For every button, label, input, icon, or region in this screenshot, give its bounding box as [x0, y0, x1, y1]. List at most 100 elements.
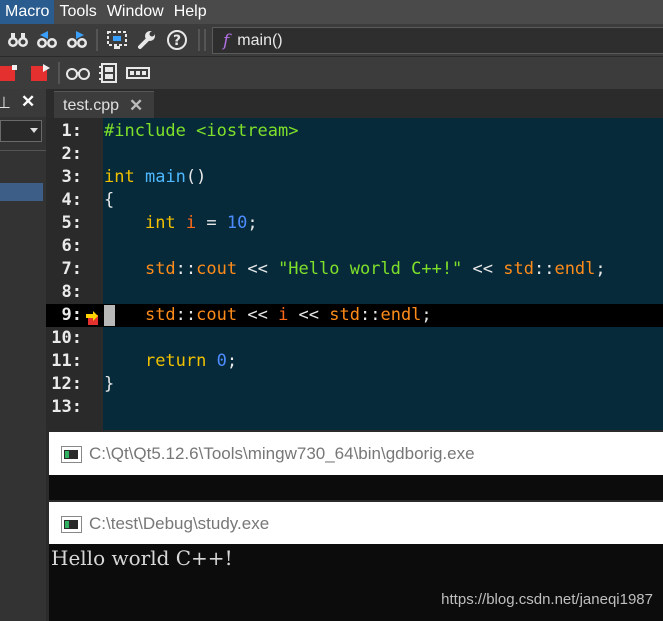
code-token: { — [104, 190, 115, 210]
code-line[interactable]: 11: return 0; — [46, 350, 663, 373]
code-token: << — [462, 259, 504, 279]
code-line[interactable]: 1: #include <iostream> — [46, 120, 663, 143]
toolbar-separator — [204, 29, 206, 51]
code-line[interactable]: 10: — [46, 327, 663, 350]
window-title: C:\test\Debug\study.exe — [89, 514, 270, 533]
binoculars-next-icon[interactable] — [65, 28, 89, 52]
code-lines: 1: #include <iostream> 2: 3: int main() 4: {5:… — [46, 120, 663, 419]
chevron-down-icon — [30, 128, 38, 133]
code-token: #include <iostream> — [104, 121, 299, 141]
console-body-gdb — [49, 475, 663, 500]
film-icon[interactable] — [97, 61, 121, 85]
code-line[interactable]: 4: { — [46, 189, 663, 212]
tab-close-icon[interactable]: ✕ — [129, 96, 143, 116]
line-number: 8: — [61, 282, 82, 302]
code-token: } — [104, 374, 115, 394]
tab-test-cpp[interactable]: test.cpp ✕ — [54, 91, 154, 119]
help-icon[interactable]: ? — [165, 28, 189, 52]
code-line[interactable]: 12:} — [46, 373, 663, 396]
code-text: std::cout << "Hello world C++!" << std::… — [104, 258, 606, 281]
code-token: std — [144, 305, 176, 325]
glasses-icon[interactable] — [66, 61, 90, 85]
divider — [0, 150, 46, 151]
code-token: 10 — [226, 213, 248, 233]
menu-bar: Macro Tools Window Help — [0, 0, 663, 24]
code-token: endl — [554, 259, 596, 279]
close-icon[interactable]: ✕ — [21, 92, 35, 112]
console-window-study[interactable]: C:\test\Debug\study.exe — [49, 502, 663, 544]
screen-select-icon[interactable] — [105, 28, 129, 52]
code-text: return 0; — [104, 350, 237, 373]
code-token: () — [185, 167, 207, 187]
menu-window[interactable]: Window — [102, 0, 169, 24]
code-token: ; — [226, 351, 238, 371]
code-line[interactable]: 7: std::cout << "Hello world C++!" << st… — [46, 258, 663, 281]
code-text: int main() — [104, 166, 206, 189]
line-number: 4: — [61, 190, 82, 210]
line-number: 3: — [61, 167, 82, 187]
watermark-text: https://blog.csdn.net/janeqi1987 — [441, 591, 653, 608]
bookmark-red-icon[interactable] — [0, 61, 20, 85]
code-token: cout — [196, 305, 238, 325]
line-number: 6: — [61, 236, 82, 256]
main-toolbar: ? f main() — [0, 24, 663, 57]
pin-icon[interactable]: ⊥ — [0, 93, 11, 113]
menu-tools[interactable]: Tools — [54, 0, 101, 24]
wrench-icon[interactable] — [135, 28, 159, 52]
left-panel-header: ⊥ ✕ — [0, 89, 46, 117]
code-token: :: — [175, 305, 197, 325]
code-line-current[interactable]: 9: std::cout << i << std::endl; — [46, 304, 663, 327]
binoculars-prev-icon[interactable] — [35, 28, 59, 52]
code-token: ; — [595, 259, 606, 279]
debug-toolbar — [0, 57, 663, 89]
window-title: C:\Qt\Qt5.12.6\Tools\mingw730_64\bin\gdb… — [89, 444, 475, 463]
code-token: std — [329, 305, 360, 325]
console-output: Hello world C++! — [51, 546, 233, 570]
menu-macro[interactable]: Macro — [0, 0, 55, 24]
left-panel-dropdown[interactable] — [0, 120, 42, 142]
menu-help[interactable]: Help — [169, 0, 212, 24]
code-line[interactable]: 8: — [46, 281, 663, 304]
code-token: return — [144, 351, 207, 371]
code-line[interactable]: 13: — [46, 396, 663, 419]
console-app-icon — [61, 516, 82, 533]
registers-icon[interactable] — [126, 61, 150, 85]
code-token: << — [288, 305, 330, 325]
code-text: int i = 10; — [104, 212, 258, 235]
bookmark-next-icon[interactable] — [28, 61, 52, 85]
code-token: main — [144, 167, 186, 187]
function-navigator[interactable]: f main() — [212, 27, 663, 54]
binoculars-icon[interactable] — [6, 28, 30, 52]
line-number: 2: — [61, 144, 82, 164]
code-line[interactable]: 3: int main() — [46, 166, 663, 189]
function-icon: f — [223, 30, 230, 51]
current-function-label: main() — [237, 31, 283, 49]
left-panel-selected-item[interactable] — [0, 183, 43, 201]
execution-pointer-icon[interactable] — [86, 309, 98, 325]
code-line[interactable]: 2: — [46, 143, 663, 166]
editor-tab-bar: test.cpp ✕ — [46, 89, 663, 119]
code-token: endl — [380, 305, 422, 325]
code-token: :: — [175, 259, 197, 279]
toolbar-separator — [58, 62, 60, 84]
code-line[interactable]: 5: int i = 10; — [46, 212, 663, 235]
code-token: i — [278, 305, 289, 325]
console-window-gdb[interactable]: C:\Qt\Qt5.12.6\Tools\mingw730_64\bin\gdb… — [49, 432, 663, 475]
code-editor[interactable]: 1: #include <iostream> 2: 3: int main() 4: {5:… — [46, 118, 663, 430]
code-token: "Hello world C++!" — [278, 259, 463, 279]
line-number: 7: — [61, 259, 82, 279]
left-panel: ⊥ ✕ — [0, 89, 46, 621]
code-line[interactable]: 6: — [46, 235, 663, 258]
code-token: int — [144, 213, 176, 233]
tab-label: test.cpp — [63, 96, 120, 114]
line-number: 11: — [51, 351, 82, 371]
code-token: ; — [247, 213, 258, 233]
svg-text:?: ? — [173, 33, 181, 49]
